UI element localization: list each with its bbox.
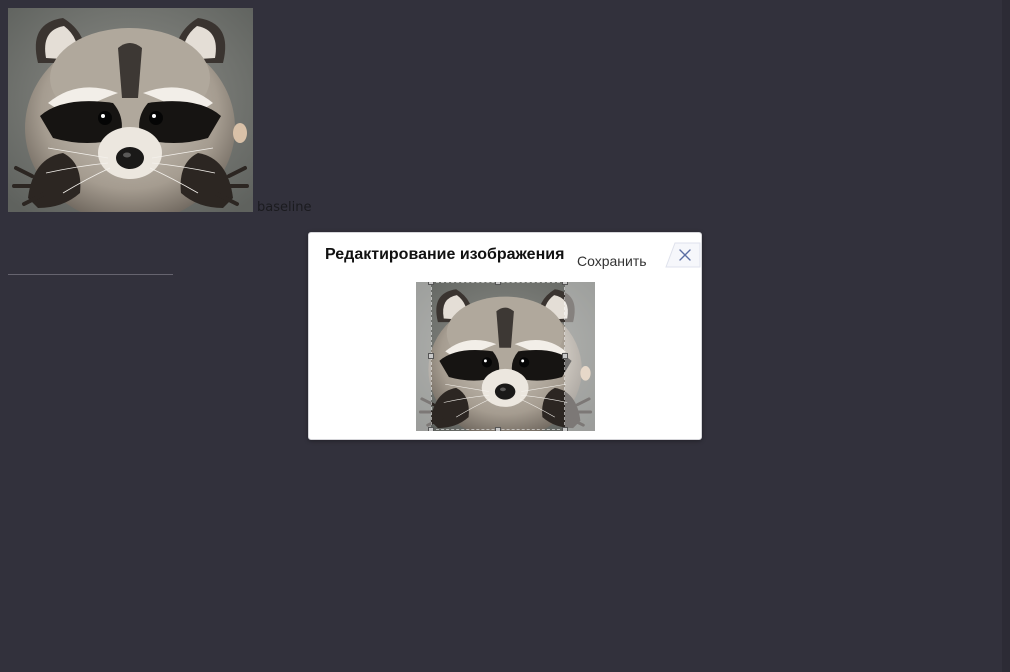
crop-shade-right: [565, 282, 595, 431]
dialog-title: Редактирование изображения: [325, 246, 565, 263]
close-icon: [665, 242, 701, 268]
baseline-label: baseline: [257, 200, 312, 215]
crop-handle-bottom[interactable]: [495, 427, 501, 431]
divider: [8, 274, 173, 275]
raccoon-image: [8, 8, 253, 212]
crop-handle-right[interactable]: [562, 353, 568, 359]
crop-handle-top[interactable]: [495, 282, 501, 285]
close-button[interactable]: [665, 242, 701, 268]
image-edit-dialog: Редактирование изображения Сохранить: [308, 232, 702, 440]
save-button[interactable]: Сохранить: [577, 251, 647, 271]
crop-editor[interactable]: [416, 282, 595, 431]
crop-handle-left[interactable]: [428, 353, 434, 359]
crop-selection[interactable]: [431, 282, 565, 430]
crop-handle-bottom-left[interactable]: [428, 427, 434, 431]
scrollbar-track: [1002, 0, 1010, 672]
crop-handle-bottom-right[interactable]: [562, 427, 568, 431]
crop-handle-top-left[interactable]: [428, 282, 434, 285]
crop-handle-top-right[interactable]: [562, 282, 568, 285]
